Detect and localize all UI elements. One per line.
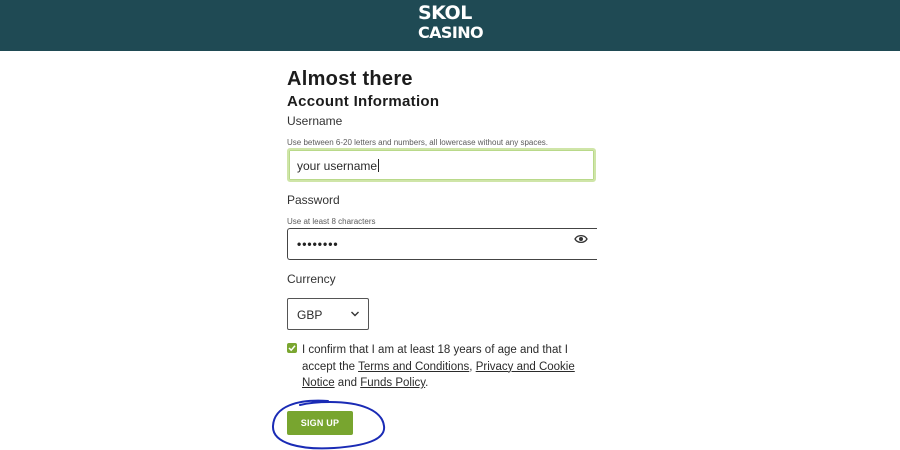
text-caret (378, 159, 380, 172)
consent-separator-2: and (334, 377, 361, 389)
currency-label: Currency (287, 272, 336, 286)
eye-icon[interactable] (574, 233, 588, 245)
funds-policy-link[interactable]: Funds Policy (360, 377, 425, 389)
currency-select[interactable]: GBP (287, 298, 369, 330)
logo-line-2: CASINO (418, 23, 484, 42)
checkmark-icon (288, 345, 296, 352)
username-label: Username (287, 114, 343, 128)
age-confirm-checkbox[interactable] (287, 343, 297, 353)
password-input[interactable]: •••••••• (287, 228, 597, 260)
password-hint: Use at least 8 characters (287, 217, 376, 226)
consent-text: I confirm that I am at least 18 years of… (302, 342, 602, 392)
consent-text-end: . (425, 377, 429, 389)
skol-casino-logo[interactable]: SKOL CASINO (418, 2, 484, 44)
page-title: Almost there (287, 68, 413, 90)
username-input[interactable]: your username (287, 148, 596, 182)
username-hint: Use between 6-20 letters and numbers, al… (287, 138, 549, 147)
sign-up-button[interactable]: SIGN UP (287, 411, 353, 435)
top-header-bar: SKOL CASINO (0, 0, 900, 51)
password-masked-value: •••••••• (297, 237, 339, 251)
logo-line-1: SKOL (418, 2, 472, 24)
currency-selected-value: GBP (297, 308, 323, 322)
terms-link[interactable]: Terms and Conditions (358, 361, 469, 373)
chevron-down-icon (351, 311, 359, 317)
username-value: your username (297, 159, 380, 173)
password-label: Password (287, 193, 340, 207)
section-title: Account Information (287, 93, 440, 110)
